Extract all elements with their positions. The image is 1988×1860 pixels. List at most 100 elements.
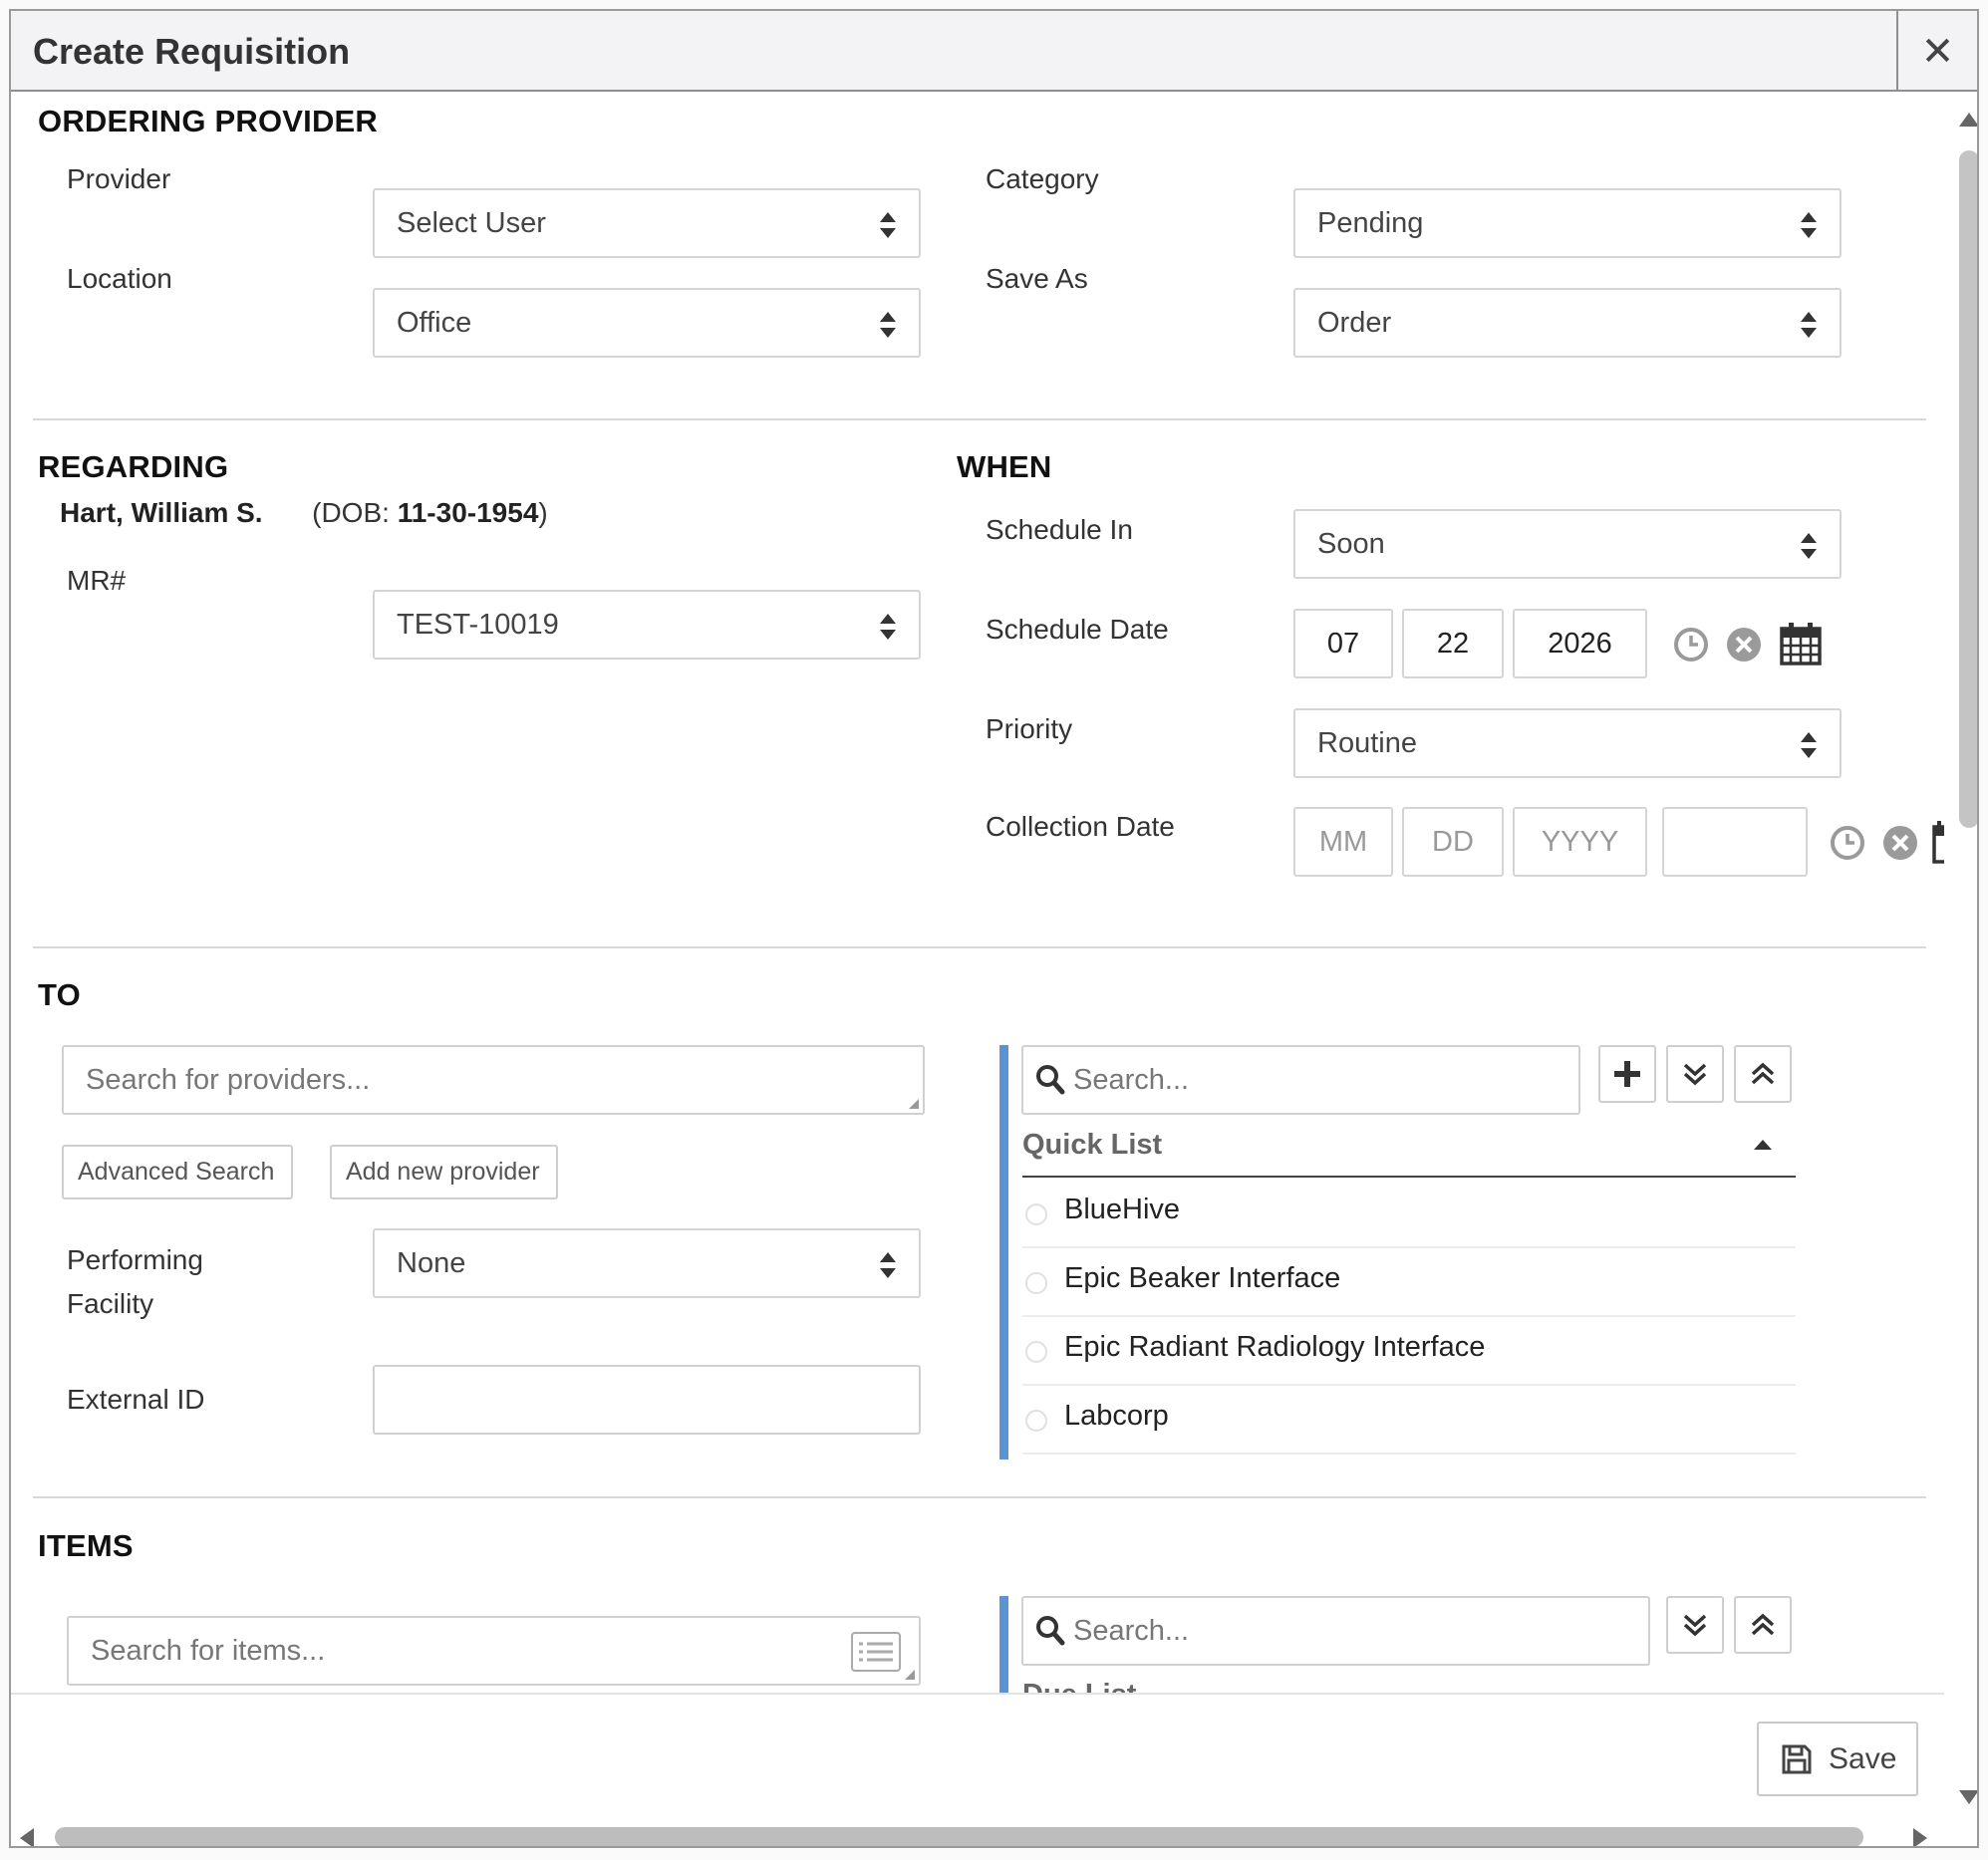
search-icon	[1036, 1065, 1065, 1095]
advanced-search-button[interactable]: Advanced Search	[62, 1145, 293, 1199]
expand-all-icon	[1683, 1614, 1707, 1637]
quick-list-header-rule	[1022, 1176, 1796, 1178]
save-button[interactable]: Save	[1757, 1722, 1918, 1796]
radio-button[interactable]	[1025, 1272, 1047, 1294]
category-select[interactable]: Pending	[1293, 188, 1842, 258]
collection-date-day[interactable]: DD	[1402, 807, 1504, 877]
sort-arrows-icon	[879, 210, 897, 240]
dialog-titlebar: Create Requisition ✕	[11, 11, 1977, 92]
location-select[interactable]: Office	[373, 288, 921, 358]
collection-date-month[interactable]: MM	[1293, 807, 1393, 877]
schedule-in-label: Schedule In	[986, 514, 1133, 545]
radio-button[interactable]	[1025, 1341, 1047, 1363]
scroll-down-arrow-icon[interactable]	[1958, 1789, 1979, 1805]
resize-handle-icon[interactable]	[909, 1099, 919, 1109]
dob-value: 11-30-1954	[397, 497, 539, 528]
scroll-left-arrow-icon[interactable]	[19, 1827, 35, 1848]
quick-list-item[interactable]: Epic Radiant Radiology Interface	[1022, 1317, 1796, 1386]
quick-list-heading: Quick List	[1022, 1129, 1163, 1161]
location-label: Location	[67, 263, 172, 294]
collection-date-label: Collection Date	[986, 811, 1175, 842]
expand-all-button[interactable]	[1666, 1045, 1724, 1103]
clock-icon[interactable]	[1673, 627, 1709, 663]
clear-icon[interactable]	[1882, 825, 1918, 861]
dialog-content: ORDERING PROVIDER Provider Select User L…	[11, 94, 1944, 1693]
provider-search-placeholder: Search for providers...	[86, 1064, 371, 1096]
schedule-date-day[interactable]: 22	[1402, 609, 1504, 678]
resize-handle-icon[interactable]	[905, 1670, 915, 1680]
quick-list-item-label: Epic Beaker Interface	[1064, 1262, 1341, 1294]
search-icon	[1036, 1616, 1065, 1646]
to-heading: TO	[38, 977, 81, 1012]
horizontal-scrollbar-thumb[interactable]	[55, 1827, 1863, 1846]
expand-all-icon	[1683, 1063, 1707, 1086]
mr-select[interactable]: TEST-10019	[373, 590, 921, 660]
external-id-input[interactable]	[373, 1365, 921, 1435]
items-heading: ITEMS	[38, 1528, 134, 1563]
quick-list-item[interactable]: Labcorp	[1022, 1386, 1796, 1455]
close-button[interactable]: ✕	[1896, 11, 1977, 92]
performing-facility-label-line2: Facility	[67, 1288, 154, 1319]
quick-list-item-label: Labcorp	[1064, 1400, 1169, 1432]
item-search-input[interactable]: Search for items...	[67, 1616, 921, 1686]
dob-suffix: )	[538, 497, 548, 528]
collapse-all-button[interactable]	[1734, 1596, 1792, 1654]
collapse-all-icon	[1751, 1613, 1775, 1636]
due-list-heading: Due List	[1022, 1679, 1136, 1693]
calendar-icon[interactable]	[1780, 622, 1822, 665]
patient-info: Hart, William S. (DOB: 11-30-1954)	[60, 497, 548, 529]
category-select-value: Pending	[1317, 207, 1424, 239]
calendar-icon[interactable]	[1932, 820, 1944, 864]
collapse-all-button[interactable]	[1734, 1045, 1792, 1103]
sort-arrows-icon	[1800, 310, 1818, 340]
schedule-date-month[interactable]: 07	[1293, 609, 1393, 678]
add-button[interactable]	[1598, 1045, 1656, 1103]
due-list-search-input[interactable]: Search...	[1021, 1596, 1650, 1666]
provider-search-input[interactable]: Search for providers...	[62, 1045, 925, 1115]
provider-select[interactable]: Select User	[373, 188, 921, 258]
caret-up-icon[interactable]	[1753, 1139, 1773, 1151]
performing-facility-value: None	[397, 1247, 466, 1279]
quick-list-item[interactable]: Epic Beaker Interface	[1022, 1248, 1796, 1317]
section-divider	[33, 1496, 1926, 1498]
when-heading: WHEN	[957, 449, 1052, 484]
scroll-up-arrow-icon[interactable]	[1958, 112, 1979, 128]
collapse-all-icon	[1751, 1062, 1775, 1085]
quick-list-item-label: Epic Radiant Radiology Interface	[1064, 1331, 1486, 1363]
scroll-right-arrow-icon[interactable]	[1912, 1827, 1928, 1848]
priority-select-value: Routine	[1317, 727, 1417, 759]
create-requisition-dialog: Create Requisition ✕ ORDERING PROVIDER P…	[9, 9, 1979, 1848]
collection-time-input[interactable]	[1662, 807, 1808, 877]
category-label: Category	[986, 163, 1099, 194]
quick-list-search-input[interactable]: Search...	[1021, 1045, 1580, 1115]
schedule-in-select[interactable]: Soon	[1293, 509, 1842, 579]
vertical-scrollbar-thumb[interactable]	[1959, 150, 1977, 828]
save-icon	[1782, 1744, 1812, 1773]
section-divider	[33, 946, 1926, 948]
collection-date-year[interactable]: YYYY	[1513, 807, 1647, 877]
quick-list-item[interactable]: BlueHive	[1022, 1180, 1796, 1248]
plus-icon	[1614, 1061, 1640, 1087]
clear-icon[interactable]	[1726, 627, 1762, 663]
provider-select-value: Select User	[397, 207, 546, 239]
schedule-date-year[interactable]: 2026	[1513, 609, 1647, 678]
save-as-select[interactable]: Order	[1293, 288, 1842, 358]
list-icon[interactable]	[851, 1632, 901, 1672]
sort-arrows-icon	[879, 612, 897, 642]
add-new-provider-button[interactable]: Add new provider	[330, 1145, 558, 1199]
priority-label: Priority	[986, 713, 1073, 744]
quick-list-accent-bar	[999, 1045, 1008, 1460]
provider-label: Provider	[67, 163, 171, 194]
external-id-label: External ID	[67, 1384, 205, 1415]
dialog-footer	[11, 1693, 1944, 1812]
ordering-provider-heading: ORDERING PROVIDER	[38, 104, 378, 138]
regarding-heading: REGARDING	[38, 449, 229, 484]
schedule-in-select-value: Soon	[1317, 528, 1385, 560]
radio-button[interactable]	[1025, 1203, 1047, 1225]
sort-arrows-icon	[1800, 531, 1818, 561]
performing-facility-select[interactable]: None	[373, 1228, 921, 1298]
clock-icon[interactable]	[1830, 825, 1865, 861]
expand-all-button[interactable]	[1666, 1596, 1724, 1654]
priority-select[interactable]: Routine	[1293, 708, 1842, 778]
radio-button[interactable]	[1025, 1410, 1047, 1432]
